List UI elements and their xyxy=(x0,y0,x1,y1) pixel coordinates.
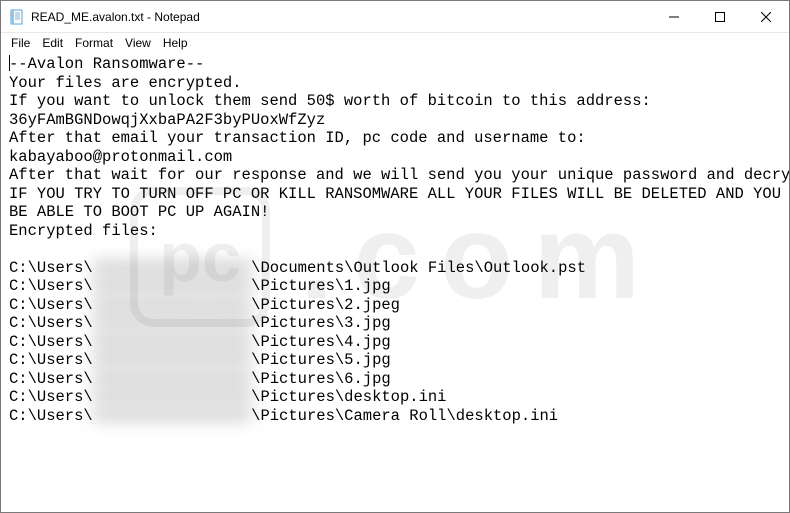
blurred-username: XXXXXXXXXXXXXXXXXX xyxy=(93,314,251,333)
maximize-button[interactable] xyxy=(697,1,743,32)
encrypted-file-line: C:\Users\XXXXXXXXXXXXXXXXXX\Pictures\6.j… xyxy=(9,370,781,389)
encrypted-file-line: C:\Users\XXXXXXXXXXXXXXXXXX\Pictures\1.j… xyxy=(9,277,781,296)
menu-file[interactable]: File xyxy=(5,35,36,51)
notepad-icon xyxy=(9,9,25,25)
notepad-window: READ_ME.avalon.txt - Notepad File Edit F… xyxy=(0,0,790,513)
blurred-username: XXXXXXXXXXXXXXXXXX xyxy=(93,388,251,407)
menu-help[interactable]: Help xyxy=(157,35,194,51)
encrypted-file-line: C:\Users\XXXXXXXXXXXXXXXXXX\Pictures\2.j… xyxy=(9,296,781,315)
menu-edit[interactable]: Edit xyxy=(36,35,69,51)
text-area[interactable]: --Avalon Ransomware-- Your files are enc… xyxy=(1,53,789,512)
encrypted-file-line: C:\Users\XXXXXXXXXXXXXXXXXX\Pictures\5.j… xyxy=(9,351,781,370)
blurred-username: XXXXXXXXXXXXXXXXXX xyxy=(93,370,251,389)
blurred-username: XXXXXXXXXXXXXXXXXX xyxy=(93,333,251,352)
blurred-username: XXXXXXXXXXXXXXXXXX xyxy=(93,259,251,278)
titlebar-buttons xyxy=(651,1,789,32)
titlebar: READ_ME.avalon.txt - Notepad xyxy=(1,1,789,33)
encrypted-file-line: C:\Users\XXXXXXXXXXXXXXXXXX\Pictures\Cam… xyxy=(9,407,781,426)
menubar: File Edit Format View Help xyxy=(1,33,789,53)
encrypted-file-line: C:\Users\XXXXXXXXXXXXXXXXXX\Pictures\4.j… xyxy=(9,333,781,352)
window-title: READ_ME.avalon.txt - Notepad xyxy=(31,10,651,24)
text-caret xyxy=(9,55,10,71)
blurred-username: XXXXXXXXXXXXXXXXXX xyxy=(93,277,251,296)
encrypted-file-line: C:\Users\XXXXXXXXXXXXXXXXXX\Documents\Ou… xyxy=(9,259,781,278)
blurred-username: XXXXXXXXXXXXXXXXXX xyxy=(93,351,251,370)
encrypted-file-line: C:\Users\XXXXXXXXXXXXXXXXXX\Pictures\des… xyxy=(9,388,781,407)
menu-view[interactable]: View xyxy=(119,35,157,51)
close-button[interactable] xyxy=(743,1,789,32)
minimize-button[interactable] xyxy=(651,1,697,32)
menu-format[interactable]: Format xyxy=(69,35,119,51)
blurred-username: XXXXXXXXXXXXXXXXXX xyxy=(93,407,251,426)
encrypted-file-line: C:\Users\XXXXXXXXXXXXXXXXXX\Pictures\3.j… xyxy=(9,314,781,333)
blurred-username: XXXXXXXXXXXXXXXXXX xyxy=(93,296,251,315)
